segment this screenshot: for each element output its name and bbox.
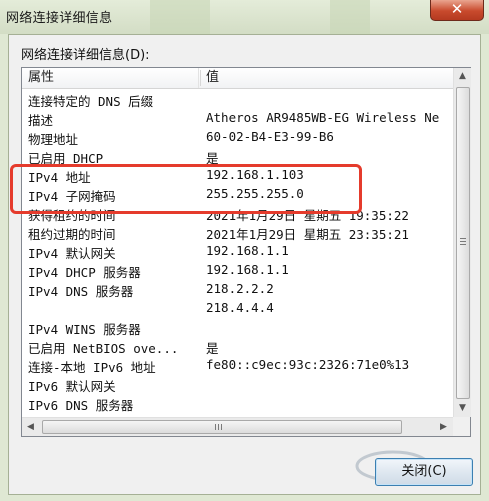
property-cell: 连接特定的 DNS 后缀 bbox=[28, 94, 154, 109]
list-row[interactable]: IPv4 DHCP 服务器 192.168.1.1 bbox=[22, 261, 453, 280]
column-header-property[interactable]: 属性 bbox=[28, 68, 199, 88]
ipv4-highlight-annotation bbox=[10, 164, 362, 214]
value-cell: fe80::c9ec:93c:2326:71e0%13 bbox=[206, 357, 410, 372]
list-row[interactable]: 租约过期的时间 2021年1月29日 星期五 23:35:21 bbox=[22, 223, 453, 242]
property-cell: IPv4 WINS 服务器 bbox=[28, 322, 141, 337]
property-cell: IPv4 DNS 服务器 bbox=[28, 284, 134, 299]
value-cell: 60-02-B4-E3-99-B6 bbox=[206, 129, 334, 144]
list-header: 属性 值 bbox=[22, 68, 453, 89]
details-list-label: 网络连接详细信息(D): bbox=[21, 48, 150, 63]
list-row[interactable]: 连接特定的 DNS 后缀 bbox=[22, 90, 453, 109]
column-header-value[interactable]: 值 bbox=[206, 68, 446, 88]
grip-icon bbox=[460, 238, 466, 239]
title-bar: 网络连接详细信息 ✕ bbox=[0, 0, 489, 34]
list-row[interactable]: IPv6 DNS 服务器 bbox=[22, 394, 453, 413]
list-row[interactable]: 物理地址 60-02-B4-E3-99-B6 bbox=[22, 128, 453, 147]
grip-icon bbox=[215, 424, 216, 430]
window-close-button[interactable]: ✕ bbox=[430, 0, 484, 21]
property-cell: 描述 bbox=[28, 113, 54, 128]
horizontal-scroll-thumb[interactable] bbox=[42, 420, 402, 434]
list-row[interactable]: 连接-本地 IPv6 地址 fe80::c9ec:93c:2326:71e0%13 bbox=[22, 356, 453, 375]
titlebar-decoration bbox=[150, 0, 210, 34]
property-cell: IPv4 DHCP 服务器 bbox=[28, 265, 141, 280]
scroll-left-icon[interactable]: ◀ bbox=[22, 418, 39, 436]
window-title: 网络连接详细信息 bbox=[6, 11, 113, 26]
column-divider[interactable] bbox=[200, 70, 201, 86]
property-cell: IPv6 默认网关 bbox=[28, 379, 116, 394]
list-row[interactable]: IPv4 DNS 服务器 218.2.2.2 bbox=[22, 280, 453, 299]
details-list[interactable]: 属性 值 连接特定的 DNS 后缀 描述 Atheros AR9485WB-EG … bbox=[21, 67, 471, 437]
scroll-down-icon[interactable]: ▼ bbox=[454, 400, 471, 417]
value-cell: 192.168.1.1 bbox=[206, 262, 289, 277]
close-button[interactable]: 关闭(C) bbox=[375, 458, 473, 486]
list-rows: 连接特定的 DNS 后缀 描述 Atheros AR9485WB-EG Wirel… bbox=[22, 90, 453, 414]
titlebar-decoration bbox=[330, 0, 370, 34]
vertical-scroll-thumb[interactable] bbox=[456, 87, 470, 399]
property-cell: 物理地址 bbox=[28, 132, 79, 147]
value-cell: 192.168.1.1 bbox=[206, 243, 289, 258]
dialog-body: 网络连接详细信息(D): 属性 值 连接特定的 DNS 后缀 描述 Atheros… bbox=[8, 34, 481, 495]
value-cell: 2021年1月29日 星期五 23:35:21 bbox=[206, 227, 409, 242]
scrollbar-corner bbox=[453, 417, 470, 436]
list-row[interactable]: 描述 Atheros AR9485WB-EG Wireless Ne bbox=[22, 109, 453, 128]
vertical-scrollbar[interactable]: ▲ ▼ bbox=[453, 68, 471, 417]
horizontal-scrollbar[interactable]: ◀ ▶ bbox=[22, 417, 453, 436]
scroll-up-icon[interactable]: ▲ bbox=[454, 68, 471, 85]
list-row[interactable]: 已启用 NetBIOS ove... 是 bbox=[22, 337, 453, 356]
value-cell: 218.4.4.4 bbox=[206, 300, 274, 315]
value-cell: 是 bbox=[206, 341, 219, 356]
scroll-right-icon[interactable]: ▶ bbox=[435, 418, 452, 436]
property-cell: IPv6 DNS 服务器 bbox=[28, 398, 134, 413]
list-row[interactable]: IPv4 默认网关 192.168.1.1 bbox=[22, 242, 453, 261]
property-cell: IPv4 默认网关 bbox=[28, 246, 116, 261]
list-row[interactable]: IPv6 默认网关 bbox=[22, 375, 453, 394]
property-cell: 连接-本地 IPv6 地址 bbox=[28, 360, 156, 375]
value-cell: 218.2.2.2 bbox=[206, 281, 274, 296]
list-row[interactable]: IPv4 WINS 服务器 bbox=[22, 318, 453, 337]
value-cell: Atheros AR9485WB-EG Wireless Ne bbox=[206, 110, 440, 125]
property-cell: 租约过期的时间 bbox=[28, 227, 116, 242]
property-cell: 已启用 NetBIOS ove... bbox=[28, 341, 179, 356]
list-row[interactable]: 218.4.4.4 bbox=[22, 299, 453, 318]
